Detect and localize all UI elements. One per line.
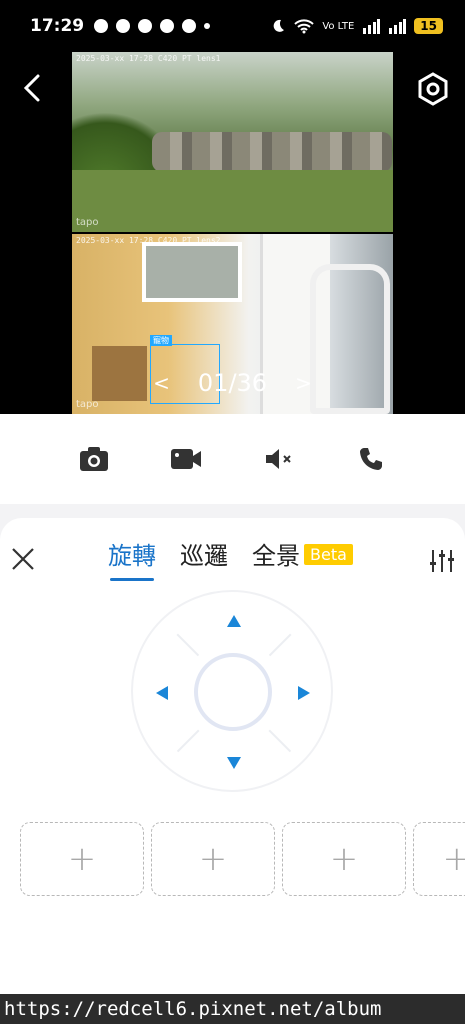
dpad-divider xyxy=(176,633,200,656)
add-preset-button[interactable]: + xyxy=(413,822,465,896)
tapo-logo: tapo xyxy=(76,217,99,228)
chat-icon xyxy=(138,19,153,33)
prev-page-button[interactable]: < xyxy=(125,371,198,395)
messenger-icon xyxy=(160,19,175,33)
close-icon xyxy=(12,548,34,570)
plus-icon: + xyxy=(198,839,228,879)
control-toolbar xyxy=(0,414,465,504)
settings-icon xyxy=(418,72,448,106)
sliders-icon xyxy=(430,550,454,572)
more-dot-icon xyxy=(204,23,211,29)
talk-button[interactable] xyxy=(351,439,391,479)
window xyxy=(142,242,242,302)
mute-icon xyxy=(265,449,291,469)
moon-icon xyxy=(273,19,285,32)
mode-tabs: 旋轉 巡邏 全景 Beta xyxy=(108,536,353,581)
tapo-logo: tapo xyxy=(76,399,99,410)
plus-icon: + xyxy=(329,839,359,879)
camera-icon xyxy=(80,447,109,471)
preset-list: + + + + xyxy=(20,822,465,896)
add-preset-button[interactable]: + xyxy=(20,822,144,896)
record-button[interactable] xyxy=(166,439,206,479)
status-bar: 17:29 Vo LTE 15 xyxy=(0,0,465,52)
pan-right-icon[interactable] xyxy=(298,686,310,700)
contact-icon xyxy=(116,19,131,33)
dpad-center[interactable] xyxy=(194,653,272,731)
tab-patrol[interactable]: 巡邏 xyxy=(180,536,228,581)
mute-button[interactable] xyxy=(259,439,299,479)
snapshot-button[interactable] xyxy=(74,439,114,479)
tab-panorama-label: 全景 xyxy=(252,542,300,570)
timestamp-overlay: 2025-03-xx 17:28 C420 PT lens2 xyxy=(76,236,221,245)
tab-panorama[interactable]: 全景 Beta xyxy=(252,536,353,581)
close-button[interactable] xyxy=(10,546,36,572)
video-record-icon xyxy=(171,449,202,469)
pan-down-icon[interactable] xyxy=(227,757,241,769)
wifi-icon xyxy=(294,19,315,34)
tab-rotate[interactable]: 旋轉 xyxy=(108,536,156,581)
notification-icons xyxy=(94,19,211,33)
chevron-left-icon xyxy=(23,74,40,102)
signal-icon-2 xyxy=(389,19,407,34)
messenger-icon-2 xyxy=(182,19,197,33)
next-page-button[interactable]: > xyxy=(267,371,340,395)
adjust-button[interactable] xyxy=(428,548,456,574)
stone-wall xyxy=(152,132,392,172)
detection-label: 寵物 xyxy=(150,335,172,346)
timestamp-overlay: 2025-03-xx 17:28 C420 PT lens1 xyxy=(76,54,221,63)
system-icons: Vo LTE 15 xyxy=(270,18,443,34)
status-time: 17:29 xyxy=(30,16,85,36)
grass xyxy=(72,170,393,232)
add-preset-button[interactable]: + xyxy=(151,822,275,896)
pan-up-icon[interactable] xyxy=(227,615,241,627)
ptz-dpad[interactable] xyxy=(131,590,333,792)
dpad-divider xyxy=(176,729,200,752)
plus-icon: + xyxy=(67,839,97,879)
back-button[interactable] xyxy=(18,70,48,106)
network-label: Vo LTE xyxy=(322,20,355,32)
plus-icon: + xyxy=(442,839,465,879)
pager: < 01/36 > xyxy=(72,366,393,400)
ptz-panel: 旋轉 巡邏 全景 Beta + + + + xyxy=(0,518,465,994)
beta-badge: Beta xyxy=(304,544,353,565)
battery-indicator: 15 xyxy=(414,18,443,34)
facebook-icon xyxy=(94,19,109,33)
camera-feed-lens1[interactable]: 2025-03-xx 17:28 C420 PT lens1 tapo xyxy=(72,52,393,232)
video-area[interactable]: 2025-03-xx 17:28 C420 PT lens1 tapo 寵物 2… xyxy=(0,52,465,414)
dpad-divider xyxy=(268,633,292,656)
page-indicator: 01/36 xyxy=(197,369,268,397)
add-preset-button[interactable]: + xyxy=(282,822,406,896)
pan-left-icon[interactable] xyxy=(156,686,168,700)
dpad-divider xyxy=(268,729,292,752)
signal-icon xyxy=(363,19,381,34)
phone-icon xyxy=(359,448,382,470)
settings-button[interactable] xyxy=(414,70,452,108)
watermark-url: https://redcell6.pixnet.net/album xyxy=(0,994,465,1024)
